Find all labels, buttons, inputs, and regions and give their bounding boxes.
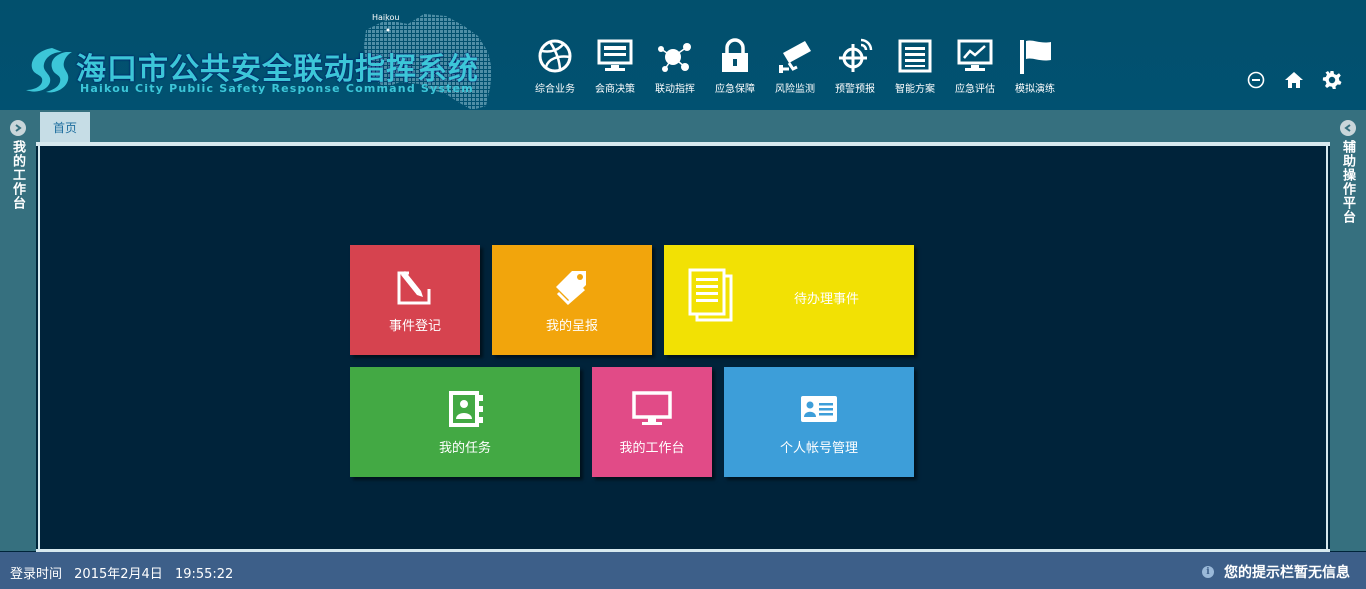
nav-item-command[interactable]: 联动指挥 xyxy=(645,36,705,96)
login-time: 19:55:22 xyxy=(174,567,234,582)
nav-item-risk[interactable]: 风险监测 xyxy=(765,36,825,96)
tile-my-reports[interactable]: 我的呈报 xyxy=(492,245,652,355)
nav-label: 联动指挥 xyxy=(655,84,695,95)
info-icon: i xyxy=(1202,566,1214,578)
contact-book-icon xyxy=(445,389,485,429)
main-content: 事件登记 我的呈报 待办理事件 我的任务 我的工作台 个人帐号管理 xyxy=(38,146,1328,551)
nav-item-support[interactable]: 应急保障 xyxy=(705,36,765,96)
tile-label: 我的任务 xyxy=(438,440,491,456)
map-label: Haikou xyxy=(372,13,400,22)
nav-label: 风险监测 xyxy=(775,84,815,95)
tags-icon xyxy=(552,267,592,307)
nav-label: 模拟演练 xyxy=(1015,84,1055,95)
nav-item-plan[interactable]: 智能方案 xyxy=(885,36,945,96)
tile-label: 事件登记 xyxy=(388,318,441,334)
tile-my-tasks[interactable]: 我的任务 xyxy=(350,367,580,477)
tile-my-workbench[interactable]: 我的工作台 xyxy=(592,367,712,477)
documents-icon xyxy=(686,268,738,324)
status-bar: 登录时间 2015年2月4日 19:55:22 i 您的提示栏暂无信息 xyxy=(0,552,1366,589)
nav-label: 综合业务 xyxy=(535,84,575,95)
nav-label: 智能方案 xyxy=(895,84,935,95)
chart-monitor-icon xyxy=(955,36,995,76)
tile-account-management[interactable]: 个人帐号管理 xyxy=(724,367,914,477)
nav-label: 会商决策 xyxy=(595,84,635,95)
basketball-icon xyxy=(535,36,575,76)
lock-icon xyxy=(715,36,755,76)
edit-icon xyxy=(395,267,435,307)
header: Haikou 海口市公共安全联动指挥系统 Haikou City Public … xyxy=(0,0,1366,110)
logo-mark-icon xyxy=(26,48,72,93)
gear-icon[interactable] xyxy=(1320,68,1344,92)
nav-item-consultation[interactable]: 会商决策 xyxy=(585,36,645,96)
chevron-right-icon xyxy=(15,124,22,132)
list-icon xyxy=(895,36,935,76)
desktop-icon xyxy=(632,389,672,429)
hint-text[interactable]: 您的提示栏暂无信息 xyxy=(1224,562,1350,582)
right-panel-expand-button[interactable] xyxy=(1340,120,1356,136)
hint-area: i 您的提示栏暂无信息 xyxy=(1202,562,1350,582)
camera-icon xyxy=(775,36,815,76)
login-info: 登录时间 2015年2月4日 19:55:22 xyxy=(10,563,241,582)
nav-label: 预警预报 xyxy=(835,84,875,95)
left-panel-expand-button[interactable] xyxy=(10,120,26,136)
crosshair-icon xyxy=(835,36,875,76)
right-side-panel: 辅助操作平台 xyxy=(1330,110,1366,551)
nav-label: 应急保障 xyxy=(715,84,755,95)
nav-item-comprehensive[interactable]: 综合业务 xyxy=(525,36,585,96)
tile-label: 个人帐号管理 xyxy=(779,440,858,456)
left-panel-title[interactable]: 我的工作台 xyxy=(9,140,27,210)
nav-item-assessment[interactable]: 应急评估 xyxy=(945,36,1005,96)
minimize-icon[interactable] xyxy=(1244,68,1268,92)
nav-label: 应急评估 xyxy=(955,84,995,95)
tile-pending-events[interactable]: 待办理事件 xyxy=(664,245,914,355)
chevron-left-icon xyxy=(1344,124,1351,132)
tile-label: 我的呈报 xyxy=(545,318,598,334)
network-icon xyxy=(655,36,695,76)
tab-home[interactable]: 首页 xyxy=(40,112,90,142)
monitor-icon xyxy=(595,36,635,76)
tile-label: 我的工作台 xyxy=(619,440,685,456)
app-logo: 海口市公共安全联动指挥系统 Haikou City Public Safety … xyxy=(22,40,502,110)
tab-bar: 首页 xyxy=(36,110,1330,142)
left-side-panel: 我的工作台 xyxy=(0,110,36,551)
main-nav: 综合业务 会商决策 联动指挥 应急保障 风险监测 预警预报 智能方案 应急评估 … xyxy=(525,36,1065,96)
right-panel-title[interactable]: 辅助操作平台 xyxy=(1339,140,1357,224)
login-label: 登录时间 xyxy=(10,567,63,582)
nav-item-drill[interactable]: 模拟演练 xyxy=(1005,36,1065,96)
id-card-icon xyxy=(799,389,839,429)
tile-label: 待办理事件 xyxy=(794,291,860,307)
flag-icon xyxy=(1015,36,1055,76)
login-date: 2015年2月4日 xyxy=(74,567,163,582)
header-tools xyxy=(1244,68,1344,92)
tile-event-register[interactable]: 事件登记 xyxy=(350,245,480,355)
app-subtitle: Haikou City Public Safety Response Comma… xyxy=(80,82,474,95)
nav-item-warning[interactable]: 预警预报 xyxy=(825,36,885,96)
home-icon[interactable] xyxy=(1282,68,1306,92)
